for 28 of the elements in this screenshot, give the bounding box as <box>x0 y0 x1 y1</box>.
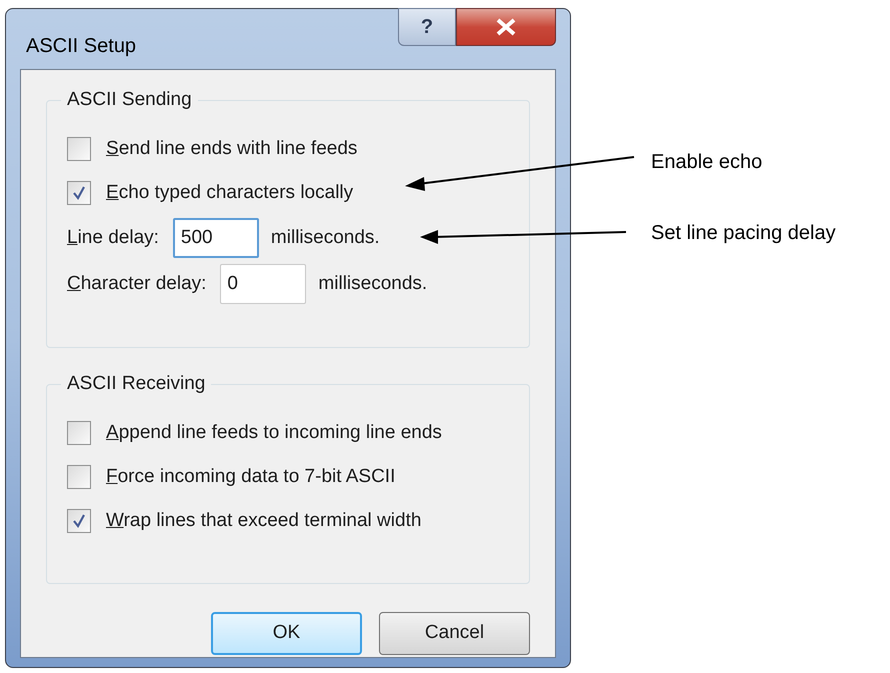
checkbox[interactable] <box>67 465 91 489</box>
checkmark-icon <box>72 514 86 528</box>
checkbox-label[interactable]: Send line ends with line feeds <box>106 134 358 164</box>
input-field[interactable]: 500 <box>172 218 259 258</box>
group-title: ASCII Sending <box>61 88 198 112</box>
checkbox[interactable] <box>67 509 91 533</box>
field-label: Character delay: <box>67 272 206 296</box>
group-title: ASCII Receiving <box>61 372 212 396</box>
help-button[interactable]: ? <box>398 8 456 46</box>
checkbox-label[interactable]: Force incoming data to 7-bit ASCII <box>106 462 396 492</box>
window-title: ASCII Setup <box>26 34 136 59</box>
annotation-label: Set line pacing delay <box>651 221 836 246</box>
close-button[interactable] <box>456 8 556 46</box>
unit-label: milliseconds. <box>318 272 428 296</box>
close-icon <box>495 18 517 36</box>
checkbox-label[interactable]: Echo typed characters locally <box>106 178 354 208</box>
field-label: Line delay: <box>67 226 159 250</box>
cancel-button[interactable]: Cancel <box>379 612 530 655</box>
checkbox-label[interactable]: Append line feeds to incoming line ends <box>106 418 442 448</box>
ok-button[interactable]: OK <box>211 612 362 655</box>
checkbox[interactable] <box>67 421 91 445</box>
input-field[interactable]: 0 <box>220 264 306 304</box>
checkbox-label[interactable]: Wrap lines that exceed terminal width <box>106 506 422 536</box>
checkbox[interactable] <box>67 137 91 161</box>
unit-label: milliseconds. <box>270 226 380 250</box>
checkbox[interactable] <box>67 181 91 205</box>
checkmark-icon <box>72 186 86 200</box>
annotation-label: Enable echo <box>651 150 762 175</box>
